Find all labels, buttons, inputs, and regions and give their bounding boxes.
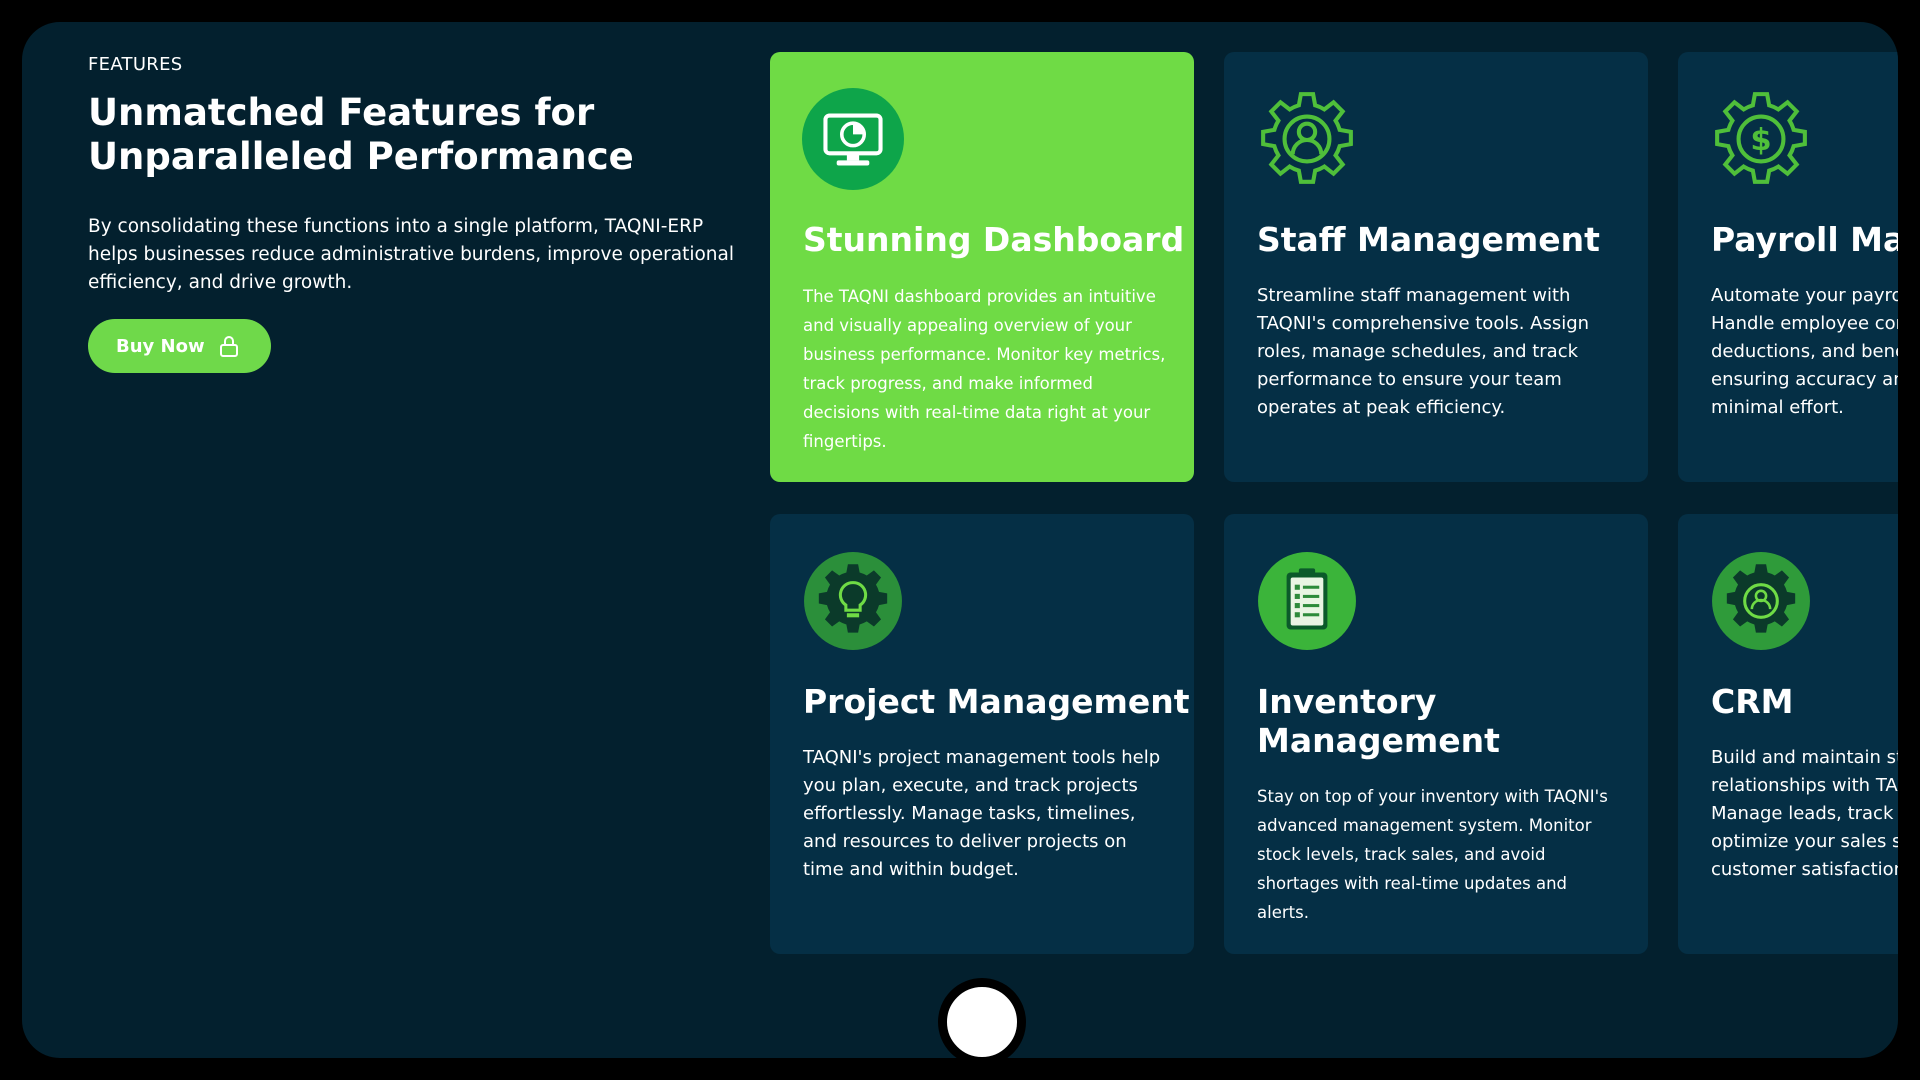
card-title: Stunning Dashboard (803, 220, 1185, 259)
home-button[interactable] (938, 978, 1026, 1058)
card-description: Build and maintain st relationships with… (1711, 747, 1898, 880)
feature-card-crm[interactable]: CRM Build and maintain st relationships … (1678, 514, 1898, 954)
feature-card-project[interactable]: Project Management TAQNI's project manag… (770, 514, 1194, 954)
card-title: Project Management (803, 682, 1190, 721)
section-description: By consolidating these functions into a … (88, 216, 735, 293)
card-title: Inventory Management (1257, 682, 1500, 760)
card-title: Staff Management (1257, 220, 1600, 259)
card-description: TAQNI's project management tools help yo… (803, 747, 1161, 880)
lock-icon (219, 336, 238, 357)
svg-text:$: $ (1750, 123, 1771, 158)
feature-card-payroll[interactable]: $ Payroll Man Automate your payro Handle… (1678, 52, 1898, 482)
features-intro: FEATURES Unmatched Features for Unparall… (88, 54, 758, 373)
card-title: Payroll Man (1711, 220, 1898, 259)
card-description: Stay on top of your inventory with TAQNI… (1257, 787, 1608, 922)
card-description: Streamline staff management with TAQNI's… (1257, 285, 1590, 418)
buy-now-label: Buy Now (116, 335, 205, 357)
card-title: CRM (1711, 682, 1794, 721)
project-lightbulb-icon (804, 552, 902, 650)
dashboard-monitor-icon (802, 88, 904, 190)
section-headline: Unmatched Features for Unparalleled Perf… (88, 91, 634, 178)
card-description: Automate your payro Handle employee cor … (1711, 285, 1898, 418)
payroll-gear-icon: $ (1715, 92, 1807, 184)
feature-card-inventory[interactable]: Inventory Management Stay on top of your… (1224, 514, 1648, 954)
feature-card-staff[interactable]: Staff Management Streamline staff manage… (1224, 52, 1648, 482)
crm-gear-icon (1712, 552, 1810, 650)
device-frame: FEATURES Unmatched Features for Unparall… (0, 0, 1920, 1080)
buy-now-button[interactable]: Buy Now (88, 319, 271, 373)
staff-gear-icon (1261, 92, 1353, 184)
features-section: FEATURES Unmatched Features for Unparall… (22, 22, 1898, 1058)
card-description: The TAQNI dashboard provides an intuitiv… (803, 287, 1166, 451)
feature-card-dashboard[interactable]: Stunning Dashboard The TAQNI dashboard p… (770, 52, 1194, 482)
section-eyebrow: FEATURES (88, 54, 183, 75)
inventory-clipboard-icon (1258, 552, 1356, 650)
